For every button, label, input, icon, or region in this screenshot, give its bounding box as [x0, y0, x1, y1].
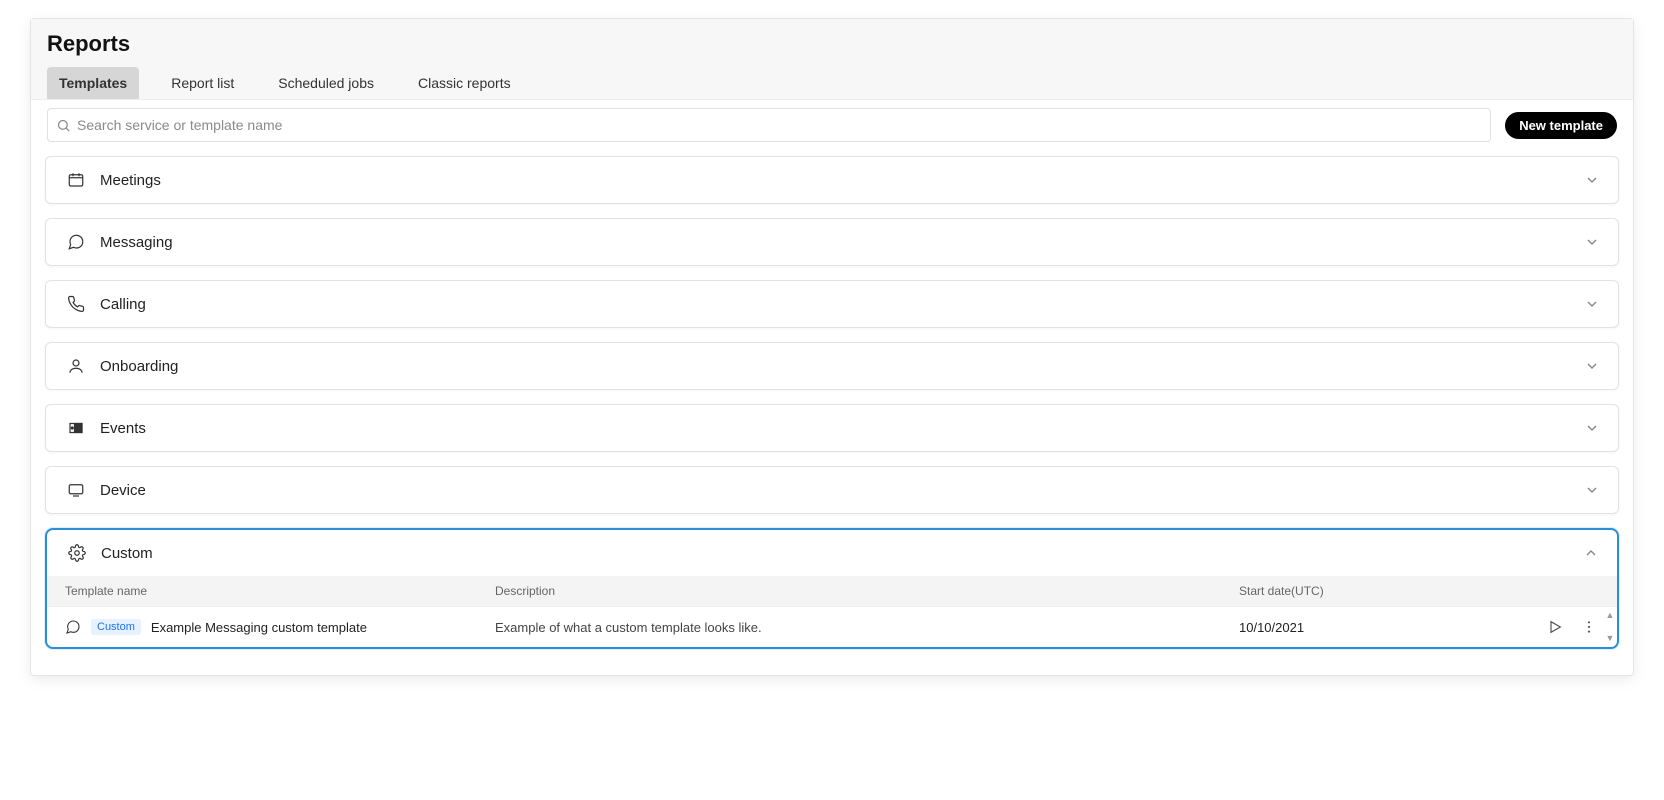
table-body: Custom Example Messaging custom template…	[47, 606, 1617, 647]
more-options-button[interactable]	[1579, 617, 1599, 637]
section-title: Device	[100, 482, 1584, 499]
template-name: Example Messaging custom template	[151, 620, 367, 635]
scrollbar[interactable]: ▲ ▼	[1605, 610, 1615, 643]
section-events: Events	[45, 404, 1619, 452]
table-header: Template name Description Start date(UTC…	[47, 576, 1617, 606]
section-title: Onboarding	[100, 358, 1584, 375]
section-custom: Custom Template name Description Start d…	[45, 528, 1619, 649]
section-header-calling[interactable]: Calling	[46, 281, 1618, 327]
search-box[interactable]	[47, 108, 1491, 142]
events-icon	[64, 419, 88, 437]
search-row: New template	[31, 100, 1633, 150]
chevron-down-icon	[1584, 482, 1600, 498]
onboarding-icon	[64, 357, 88, 375]
run-button[interactable]	[1545, 617, 1565, 637]
tab-templates[interactable]: Templates	[47, 67, 139, 99]
section-device: Device	[45, 466, 1619, 514]
scroll-down-icon: ▼	[1606, 633, 1615, 643]
section-header-messaging[interactable]: Messaging	[46, 219, 1618, 265]
section-header-custom[interactable]: Custom	[47, 530, 1617, 576]
section-title: Messaging	[100, 234, 1584, 251]
column-start-date: Start date(UTC)	[1239, 584, 1519, 598]
chevron-down-icon	[1584, 172, 1600, 188]
chevron-down-icon	[1584, 234, 1600, 250]
panel-header: Reports Templates Report list Scheduled …	[31, 19, 1633, 100]
template-description: Example of what a custom template looks …	[495, 620, 1239, 635]
chevron-up-icon	[1583, 545, 1599, 561]
chevron-down-icon	[1584, 296, 1600, 312]
section-messaging: Messaging	[45, 218, 1619, 266]
section-meetings: Meetings	[45, 156, 1619, 204]
section-onboarding: Onboarding	[45, 342, 1619, 390]
column-actions	[1519, 584, 1599, 598]
section-title: Events	[100, 420, 1584, 437]
reports-panel: Reports Templates Report list Scheduled …	[30, 18, 1634, 676]
section-title: Meetings	[100, 172, 1584, 189]
custom-badge: Custom	[91, 619, 141, 635]
sections: Meetings Messaging	[31, 150, 1633, 649]
calling-icon	[64, 295, 88, 313]
custom-gear-icon	[65, 544, 89, 562]
section-title: Custom	[101, 545, 1583, 562]
tabs: Templates Report list Scheduled jobs Cla…	[47, 67, 1617, 99]
tab-classic-reports[interactable]: Classic reports	[406, 67, 523, 99]
messaging-icon	[65, 619, 81, 635]
tab-scheduled-jobs[interactable]: Scheduled jobs	[266, 67, 386, 99]
column-template-name: Template name	[65, 584, 495, 598]
section-title: Calling	[100, 296, 1584, 313]
chevron-down-icon	[1584, 420, 1600, 436]
section-calling: Calling	[45, 280, 1619, 328]
chevron-down-icon	[1584, 358, 1600, 374]
section-header-onboarding[interactable]: Onboarding	[46, 343, 1618, 389]
search-input[interactable]	[71, 117, 1482, 133]
section-header-device[interactable]: Device	[46, 467, 1618, 513]
meetings-icon	[64, 171, 88, 189]
table-row[interactable]: Custom Example Messaging custom template…	[47, 606, 1617, 647]
template-start-date: 10/10/2021	[1239, 620, 1519, 635]
new-template-button[interactable]: New template	[1505, 112, 1617, 139]
page-title: Reports	[47, 31, 1617, 57]
search-icon	[56, 118, 71, 133]
section-header-meetings[interactable]: Meetings	[46, 157, 1618, 203]
tab-report-list[interactable]: Report list	[159, 67, 246, 99]
column-description: Description	[495, 584, 1239, 598]
scroll-up-icon: ▲	[1606, 610, 1615, 620]
messaging-icon	[64, 233, 88, 251]
device-icon	[64, 481, 88, 499]
section-header-events[interactable]: Events	[46, 405, 1618, 451]
